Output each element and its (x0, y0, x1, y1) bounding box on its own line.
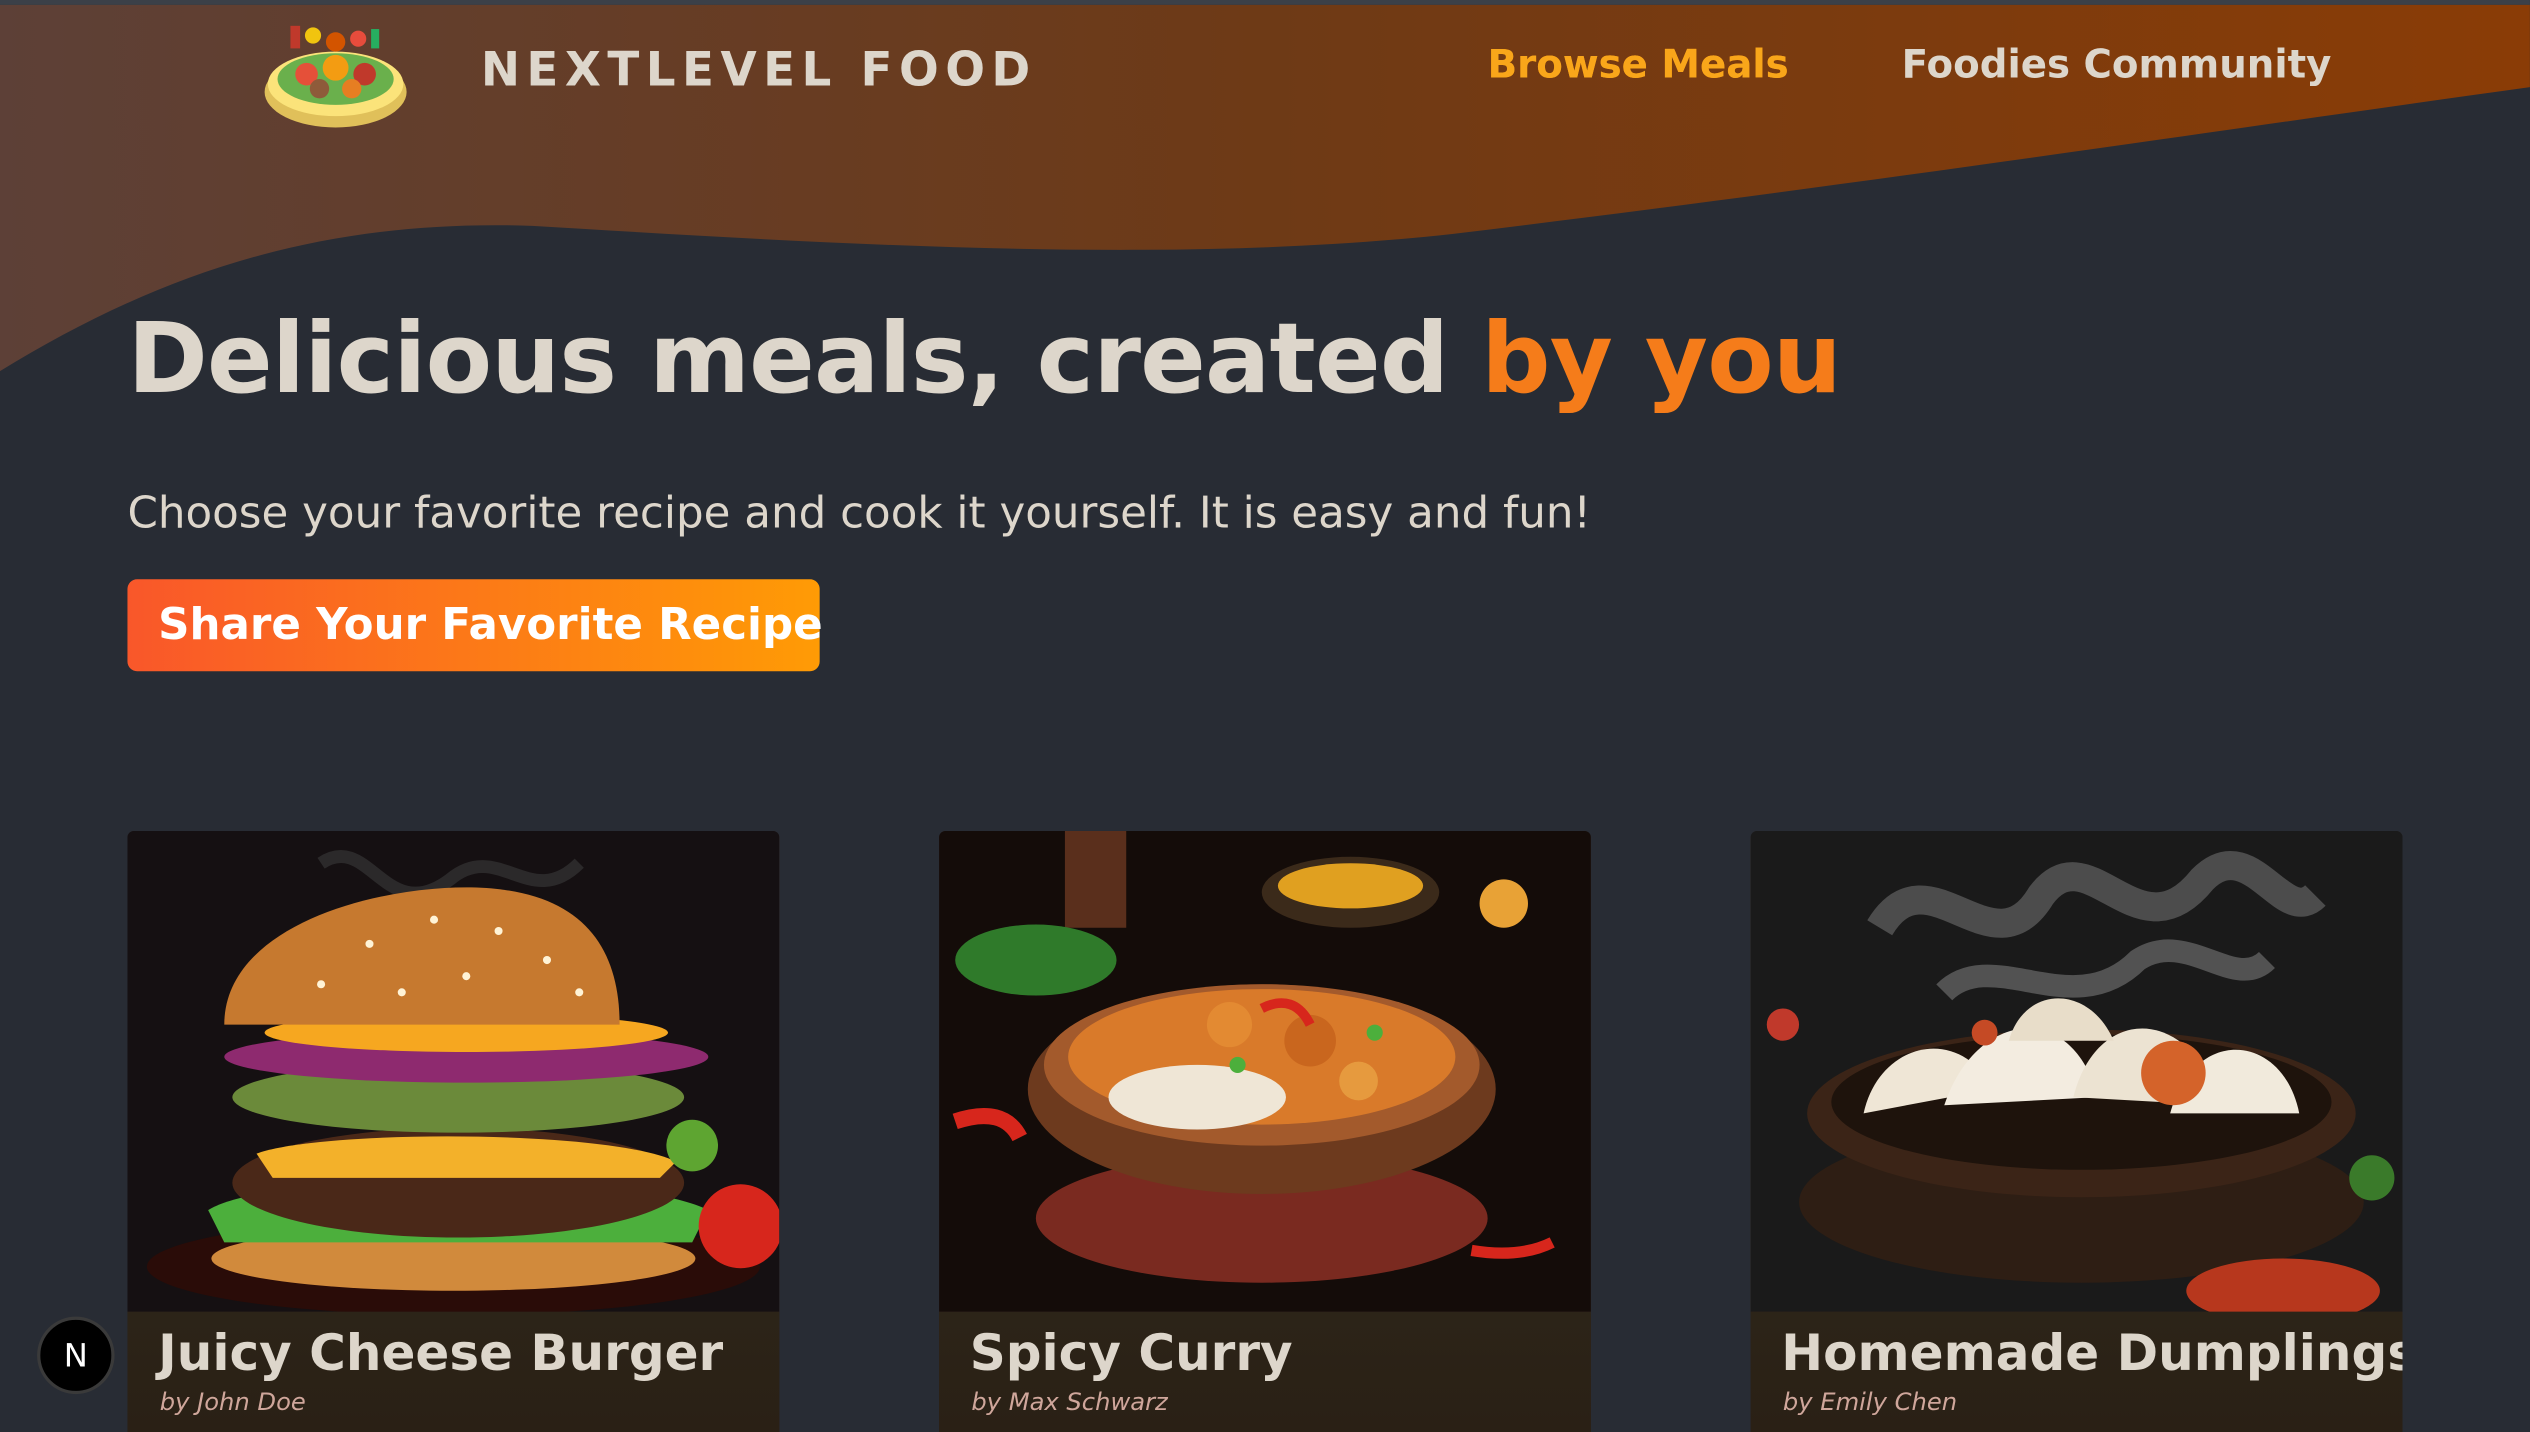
nextjs-icon[interactable]: N (37, 1316, 115, 1395)
share-recipe-button[interactable]: Share Your Favorite Recipe (127, 579, 823, 672)
hero-subtitle: Choose your favorite recipe and cook it … (127, 488, 1591, 539)
logo-link[interactable]: NEXTLEVEL FOOD (258, 3, 1037, 135)
meal-author: by Emily Chen (1782, 1387, 1958, 1417)
meal-author: by John Doe (159, 1387, 306, 1417)
hero-title: Delicious meals, created by you (127, 303, 1841, 416)
meal-card-info: Spicy Curry by Max Schwarz (939, 1311, 1591, 1432)
nav-foodies-community[interactable]: Foodies Community (1902, 42, 2332, 87)
meal-author: by Max Schwarz (971, 1387, 1168, 1417)
meal-card-info: Homemade Dumplings by Emily Chen (1750, 1311, 2403, 1432)
dumplings-photo (1750, 830, 2403, 1312)
hero-title-main: Delicious meals, created (127, 303, 1449, 417)
meal-card[interactable]: Spicy Curry by Max Schwarz (939, 830, 1591, 1432)
nav-browse-meals[interactable]: Browse Meals (1488, 42, 1789, 87)
burger-photo (127, 830, 780, 1312)
meal-title: Juicy Cheese Burger (158, 1324, 724, 1383)
meal-title: Spicy Curry (969, 1324, 1293, 1383)
meal-card-info: Juicy Cheese Burger by John Doe (127, 1311, 780, 1432)
hero-title-accent: by you (1481, 303, 1842, 417)
meal-title: Homemade Dumplings (1781, 1324, 2403, 1383)
meal-card[interactable]: Homemade Dumplings by Emily Chen (1750, 830, 2403, 1432)
curry-photo (939, 830, 1591, 1312)
nextjs-badge-label: N (63, 1335, 88, 1375)
main-nav: Browse Meals Foodies Community (1488, 42, 2332, 87)
logo-text: NEXTLEVEL FOOD (480, 41, 1037, 97)
food-platter-logo (264, 25, 407, 128)
page: NEXTLEVEL FOOD Browse Meals Foodies Comm… (0, 0, 2530, 1432)
meal-card[interactable]: Juicy Cheese Burger by John Doe (127, 830, 780, 1432)
